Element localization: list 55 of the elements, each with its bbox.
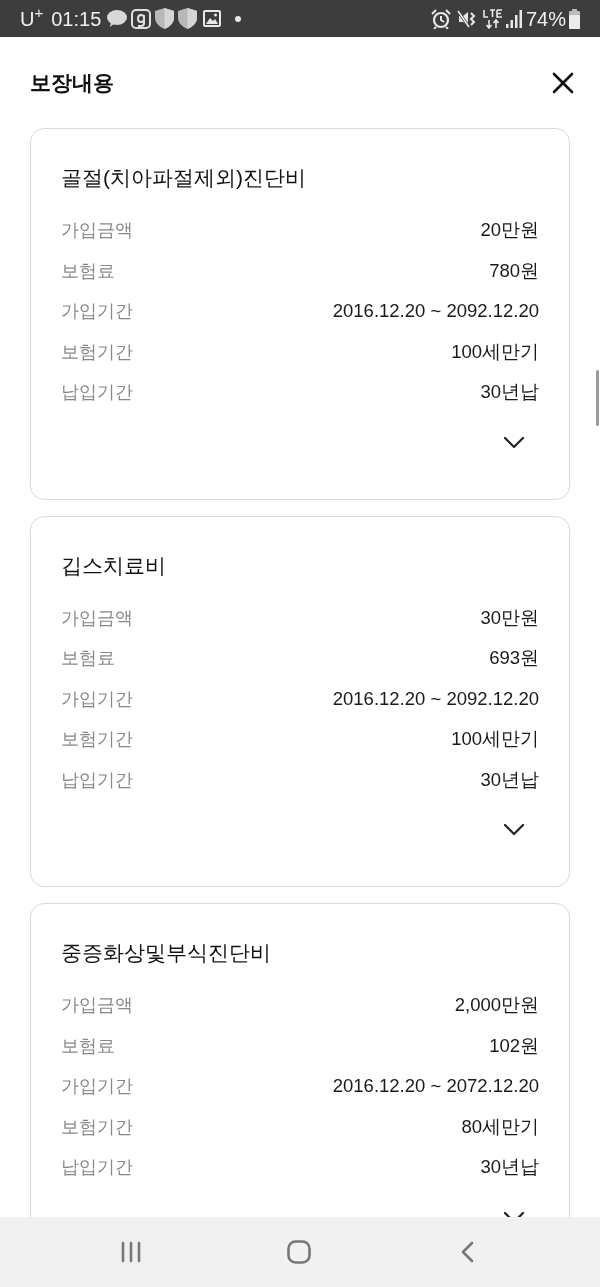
field-label: 보험료 (61, 261, 115, 280)
image-icon (203, 10, 222, 27)
field-label: 가입금액 (61, 608, 133, 627)
scrollbar (596, 370, 599, 426)
field-value: 2016.12.20 ~ 2092.12.20 (332, 302, 539, 321)
carrier-label: U$^{+}$ (20, 8, 44, 29)
coverage-title: 깁스치료비 (61, 552, 167, 579)
back-icon[interactable] (460, 1241, 474, 1263)
field-value: 2,000만원 (454, 996, 539, 1015)
dot-icon (235, 15, 242, 22)
field-label: 보험기간 (61, 1117, 133, 1136)
field-value: 100세만기 (451, 342, 539, 361)
field-label: 가입기간 (61, 689, 133, 708)
battery-percent: 74% (525, 8, 566, 29)
coverage-title: 중증화상및부식진단비 (61, 940, 272, 966)
battery-icon (569, 8, 580, 29)
field-value: 693원 (489, 649, 539, 668)
lte-data-icon (482, 8, 503, 29)
close-icon[interactable] (552, 71, 574, 94)
field-label: 납입기간 (61, 1158, 133, 1177)
alarm-clock-icon (430, 8, 451, 29)
field-label: 보험기간 (61, 730, 133, 749)
clock: 01:15 (51, 8, 102, 29)
field-value: 80세만기 (461, 1117, 539, 1136)
field-value: 2016.12.20 ~ 2072.12.20 (332, 1077, 539, 1096)
signal-icon (505, 9, 522, 28)
coverage-title: 골절(치아파절제외)진단비 (61, 165, 307, 191)
field-label: 가입기간 (61, 302, 133, 321)
field-label: 보험기간 (61, 342, 133, 361)
field-value: 30만원 (480, 608, 539, 627)
field-value: 2016.12.20 ~ 2092.12.20 (332, 689, 539, 708)
page-title: 보장내용 (30, 72, 114, 93)
vibrate-off-icon (456, 8, 477, 29)
chevron-down-icon[interactable] (503, 823, 525, 836)
letter-tile-icon (131, 8, 152, 29)
field-label: 납입기간 (61, 770, 133, 789)
field-value: 780원 (489, 261, 539, 280)
field-label: 가입기간 (61, 1077, 133, 1096)
field-value: 30년납 (480, 1158, 539, 1177)
chat-bubble-icon (107, 10, 128, 27)
home-icon[interactable] (287, 1240, 311, 1264)
shield-icon (178, 8, 198, 29)
field-value: 20만원 (480, 221, 539, 240)
field-value: 102원 (489, 1036, 539, 1055)
field-value: 30년납 (480, 383, 539, 402)
field-label: 가입금액 (61, 221, 133, 240)
field-label: 납입기간 (61, 383, 133, 402)
chevron-down-icon[interactable] (503, 435, 525, 449)
shield-icon (155, 8, 175, 29)
field-value: 100세만기 (451, 730, 539, 749)
recent-apps-icon[interactable] (120, 1241, 142, 1263)
field-label: 보험료 (61, 649, 115, 668)
field-value: 30년납 (480, 770, 539, 789)
field-label: 가입금액 (61, 996, 133, 1015)
field-label: 보험료 (61, 1036, 115, 1055)
